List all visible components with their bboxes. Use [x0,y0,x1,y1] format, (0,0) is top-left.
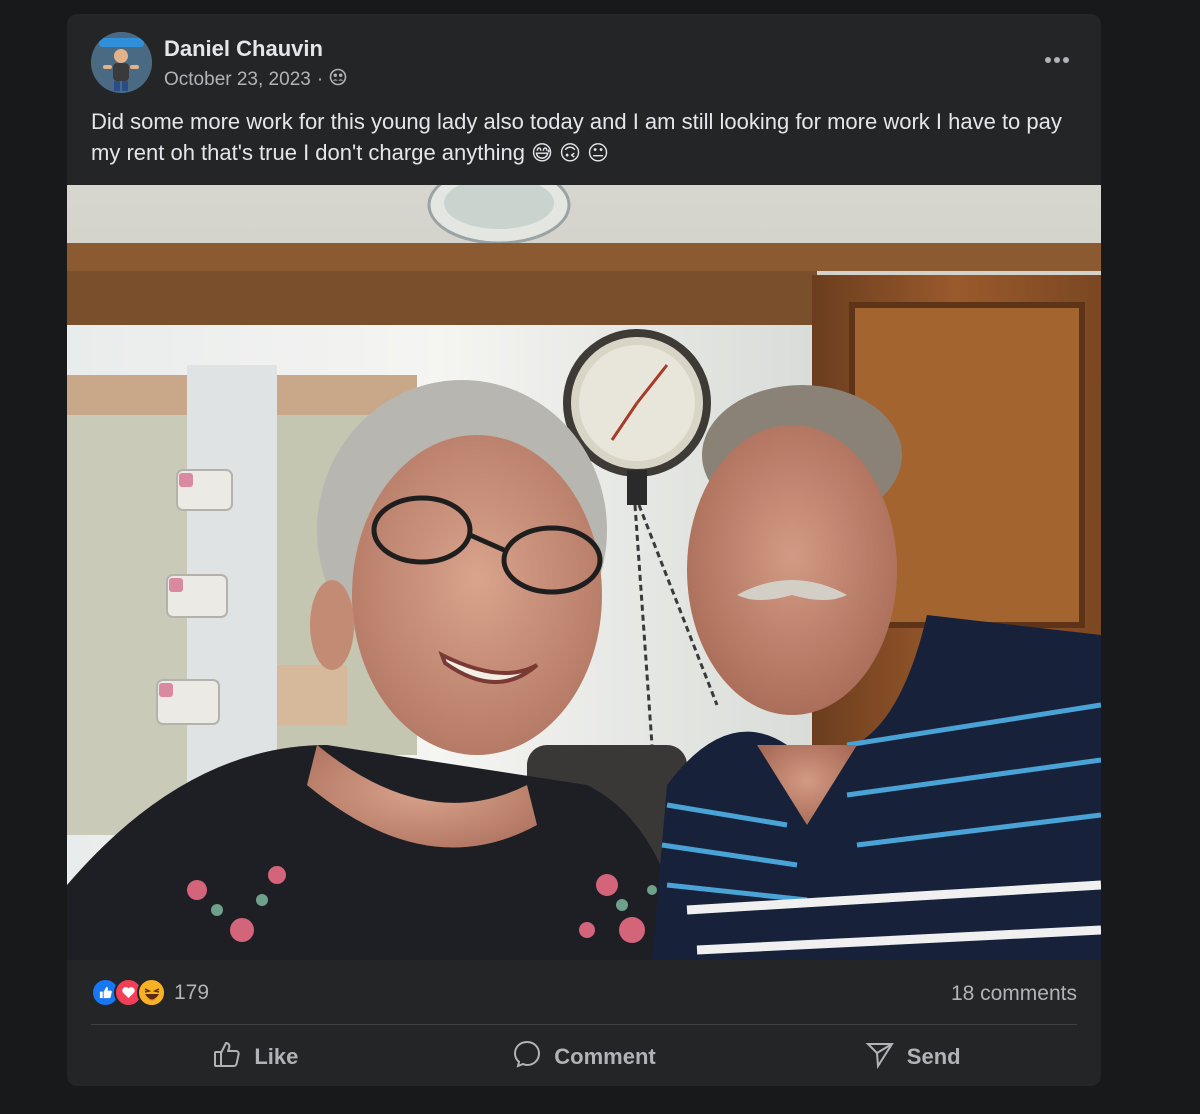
comment-bubble-icon [512,1039,542,1075]
send-icon [865,1039,895,1075]
friends-icon[interactable] [329,68,347,92]
meta-separator: · [316,69,324,90]
post-stats: 179 18 comments [91,976,1077,1012]
post-actions: Like Comment Send [91,1032,1077,1082]
author-name[interactable]: Daniel Chauvin [164,36,323,62]
stats-divider [91,1024,1077,1025]
like-label: Like [254,1044,299,1069]
comments-count[interactable]: 18 comments [951,982,1077,1006]
comment-label: Comment [554,1044,656,1069]
author-avatar[interactable] [91,32,152,93]
haha-reaction-icon [137,978,166,1007]
post-card: Daniel Chauvin October 23, 2023 · Did so… [67,14,1101,1086]
reaction-count: 179 [174,980,210,1004]
post-header: Daniel Chauvin October 23, 2023 · [91,32,1077,96]
send-button[interactable]: Send [748,1032,1077,1082]
emoji-upside-down: 🙃 [559,142,582,165]
like-button[interactable]: Like [91,1032,420,1082]
comment-button[interactable]: Comment [420,1032,749,1082]
emoji-neutral: 😐 [587,142,610,165]
post-caption: Did some more work for this young lady a… [91,106,1081,169]
thumbs-up-icon [212,1039,242,1075]
post-photo[interactable] [67,165,1101,960]
post-meta: October 23, 2023 · [164,68,347,92]
emoji-sweat-smile: 😅 [531,142,554,165]
send-label: Send [906,1044,961,1069]
more-options-icon[interactable] [1037,46,1077,74]
reactions-summary[interactable]: 179 [91,978,209,1007]
post-date[interactable]: October 23, 2023 [164,69,311,91]
